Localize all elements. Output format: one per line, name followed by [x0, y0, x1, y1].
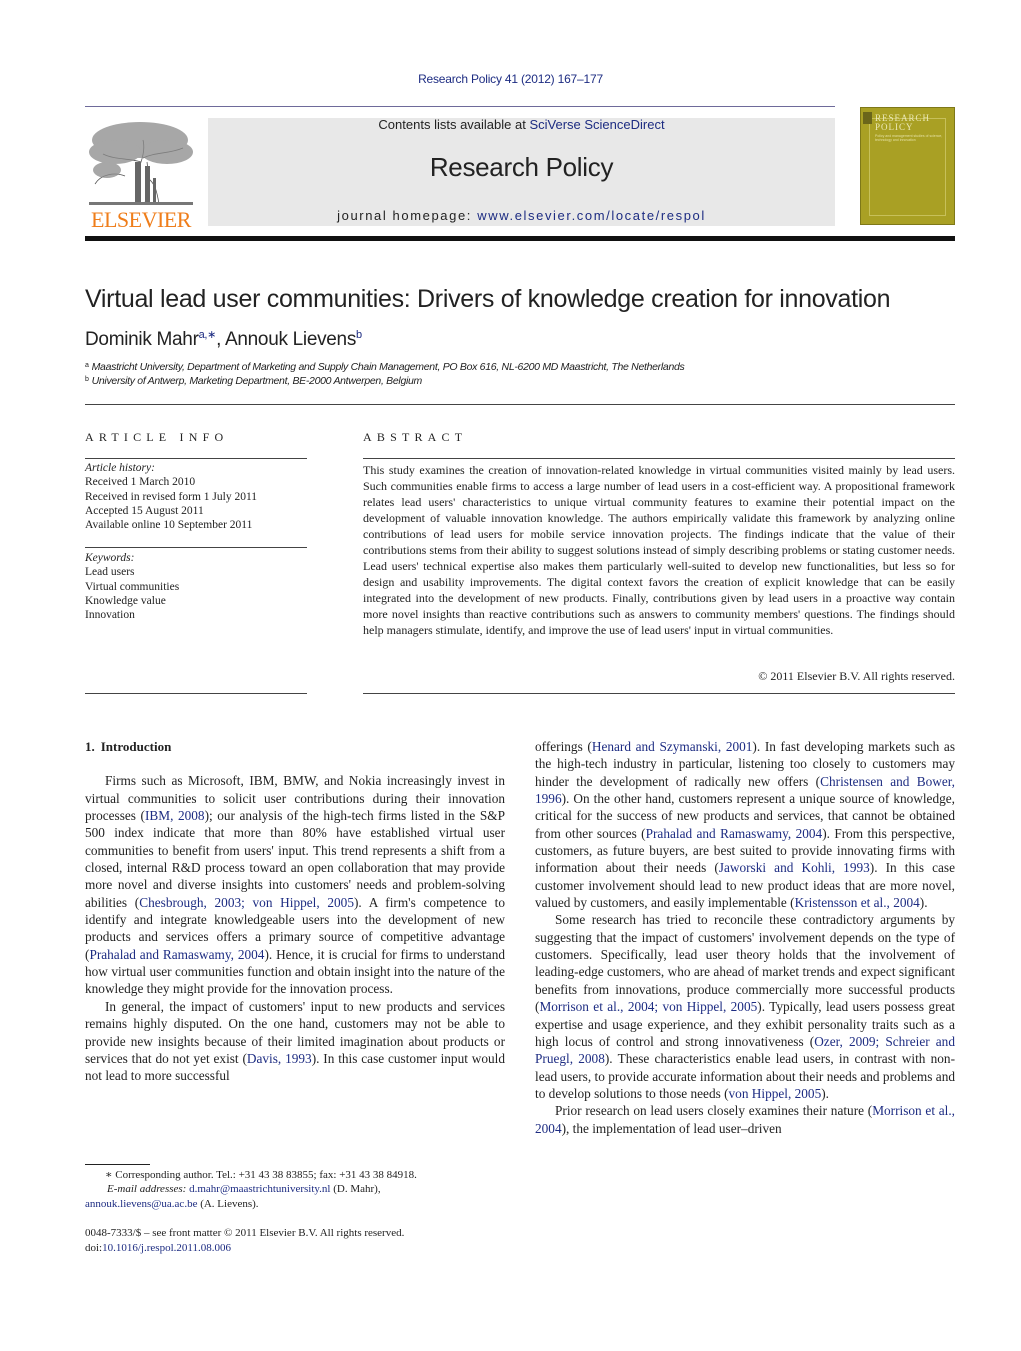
paragraph: Prior research on lead users closely exa… — [535, 1102, 955, 1137]
keyword-item: Knowledge value — [85, 594, 166, 607]
keywords-rule — [85, 547, 307, 548]
email-addresses-cont: annouk.lievens@ua.ac.be (A. Lievens). — [85, 1197, 505, 1211]
abstract-heading: ABSTRACT — [363, 430, 468, 444]
section-number: 1. — [85, 739, 95, 754]
paragraph: Some research has tried to reconcile the… — [535, 911, 955, 1102]
affiliation-b: b University of Antwerp, Marketing Depart… — [85, 375, 422, 387]
citation-link[interactable]: Henard and Szymanski, 2001 — [592, 739, 753, 754]
text-run: ). — [919, 895, 928, 911]
email-link[interactable]: d.mahr@maastrichtuniversity.nl — [189, 1183, 330, 1195]
citation-link[interactable]: Prahalad and Ramaswamy, 2004 — [646, 826, 823, 841]
journal-homepage: journal homepage: www.elsevier.com/locat… — [208, 208, 835, 223]
abstract-text: This study examines the creation of inno… — [363, 463, 955, 637]
abstract-copyright: © 2011 Elsevier B.V. All rights reserved… — [758, 669, 955, 683]
email-owner: (D. Mahr), — [330, 1183, 381, 1196]
author-affiliation-mark[interactable]: b — [356, 329, 362, 341]
front-matter-text: 0048-7333/$ – see front matter © 2011 El… — [85, 1227, 405, 1239]
citation-link[interactable]: Prahalad and Ramaswamy, 2004 — [89, 947, 264, 962]
article-info-heading: ARTICLE INFO — [85, 430, 229, 444]
paragraph: In general, the impact of customers' inp… — [85, 998, 505, 1085]
citation-link[interactable]: Jaworski and Kohli, 1993 — [719, 860, 870, 875]
author-separator: , — [216, 329, 226, 350]
body-column-left: 1. Introduction Firms such as Microsoft, … — [85, 738, 505, 1085]
affiliation-mark: a — [85, 362, 89, 369]
cover-elsevier-icon — [863, 112, 872, 124]
cover-title: RESEARCH POLICY — [875, 114, 930, 132]
footnote-rule — [85, 1164, 150, 1165]
citation-link[interactable]: von Hippel, 2005 — [729, 1086, 822, 1101]
contents-prefix: Contents lists available at — [378, 117, 530, 132]
keywords-label: Keywords: — [85, 552, 135, 564]
journal-name: Research Policy — [429, 152, 614, 182]
abstract-rule — [363, 458, 955, 459]
journal-citation[interactable]: Research Policy 41 (2012) 167–177 — [0, 72, 1021, 86]
journal-cover-thumbnail[interactable]: RESEARCH POLICY Policy and management st… — [860, 107, 955, 225]
title-block-rule — [85, 404, 955, 405]
affiliation-a: a Maastricht University, Department of Ma… — [85, 361, 685, 373]
email-label: E-mail addresses: — [107, 1183, 187, 1196]
history-item: Received 1 March 2010 — [85, 476, 196, 489]
doi-line: doi:10.1016/j.respol.2011.08.006 — [85, 1241, 505, 1256]
article-info-bottom-rule — [85, 693, 307, 694]
email-addresses: E-mail addresses: d.mahr@maastrichtunive… — [85, 1182, 505, 1196]
body-column-right: offerings (Henard and Szymanski, 2001). … — [535, 738, 955, 1137]
header-thick-rule — [85, 236, 955, 241]
sciencedirect-link[interactable]: SciVerse ScienceDirect — [529, 117, 664, 132]
author-name: Annouk Lievens — [225, 329, 357, 350]
affiliation-text: University of Antwerp, Marketing Departm… — [91, 375, 423, 387]
article-info-rule — [85, 458, 307, 459]
cover-title-line2: POLICY — [875, 122, 914, 132]
history-label: Article history: — [85, 462, 155, 474]
keyword-item: Virtual communities — [85, 580, 180, 593]
text-run: ). — [821, 1085, 829, 1101]
text-run: ), the implementation of lead user–drive… — [561, 1120, 782, 1136]
doi-prefix: doi: — [85, 1242, 103, 1254]
email-link[interactable]: annouk.lievens@ua.ac.be — [85, 1198, 197, 1210]
text-run: Prior research on lead users closely exa… — [555, 1103, 873, 1119]
article-title: Virtual lead user communities: Drivers o… — [85, 285, 891, 313]
author-affiliation-mark[interactable]: a,∗ — [199, 329, 217, 341]
front-matter: 0048-7333/$ – see front matter © 2011 El… — [85, 1226, 505, 1256]
corresponding-author-note: ∗ Corresponding author. Tel.: +31 43 38 … — [105, 1169, 417, 1181]
header-rule — [85, 106, 835, 107]
section-title: Introduction — [100, 739, 172, 754]
history-item: Available online 10 September 2011 — [85, 519, 253, 532]
abstract-bottom-rule — [363, 693, 955, 694]
citation-link[interactable]: IBM, 2008 — [145, 808, 205, 823]
citation-link[interactable]: Chesbrough, 2003; von Hippel, 2005 — [139, 895, 354, 910]
affiliation-text: Maastricht University, Department of Mar… — [91, 361, 685, 373]
cover-frame — [869, 118, 946, 216]
section-heading: 1. Introduction — [85, 738, 505, 755]
history-item: Accepted 15 August 2011 — [85, 504, 204, 517]
corresponding-author-footnote: ∗ Corresponding author. Tel.: +31 43 38 … — [85, 1168, 505, 1211]
homepage-prefix: journal homepage: — [337, 208, 478, 223]
paragraph: Firms such as Microsoft, IBM, BMW, and N… — [85, 772, 505, 997]
author-name: Dominik Mahr — [85, 329, 199, 350]
cover-subtitle: Policy and management studies of science… — [875, 134, 943, 142]
keywords: Keywords: Lead users Virtual communities… — [85, 551, 307, 622]
email-owner: (A. Lievens). — [197, 1197, 259, 1210]
author-list: Dominik Mahra,∗, Annouk Lievensb — [85, 328, 362, 351]
citation-link[interactable]: Davis, 1993 — [247, 1051, 312, 1066]
history-item: Received in revised form 1 July 2011 — [85, 490, 258, 503]
contents-line: Contents lists available at SciVerse Sci… — [208, 117, 835, 132]
doi-link[interactable]: 10.1016/j.respol.2011.08.006 — [102, 1242, 231, 1254]
elsevier-tree-icon — [89, 122, 193, 205]
article-history: Article history: Received 1 March 2010 R… — [85, 461, 307, 532]
paragraph: offerings (Henard and Szymanski, 2001). … — [535, 738, 955, 911]
affiliation-mark: b — [85, 376, 89, 383]
homepage-link[interactable]: www.elsevier.com/locate/respol — [477, 208, 706, 223]
citation-link[interactable]: Morrison et al., 2004; von Hippel, 2005 — [539, 999, 757, 1014]
keyword-item: Lead users — [85, 566, 135, 579]
keyword-item: Innovation — [85, 609, 135, 622]
citation-link[interactable]: Kristensson et al., 2004 — [795, 895, 920, 910]
citation-link[interactable]: Research Policy 41 (2012) 167–177 — [418, 72, 603, 86]
elsevier-wordmark: ELSEVIER — [91, 207, 191, 232]
text-run: offerings ( — [535, 739, 592, 754]
